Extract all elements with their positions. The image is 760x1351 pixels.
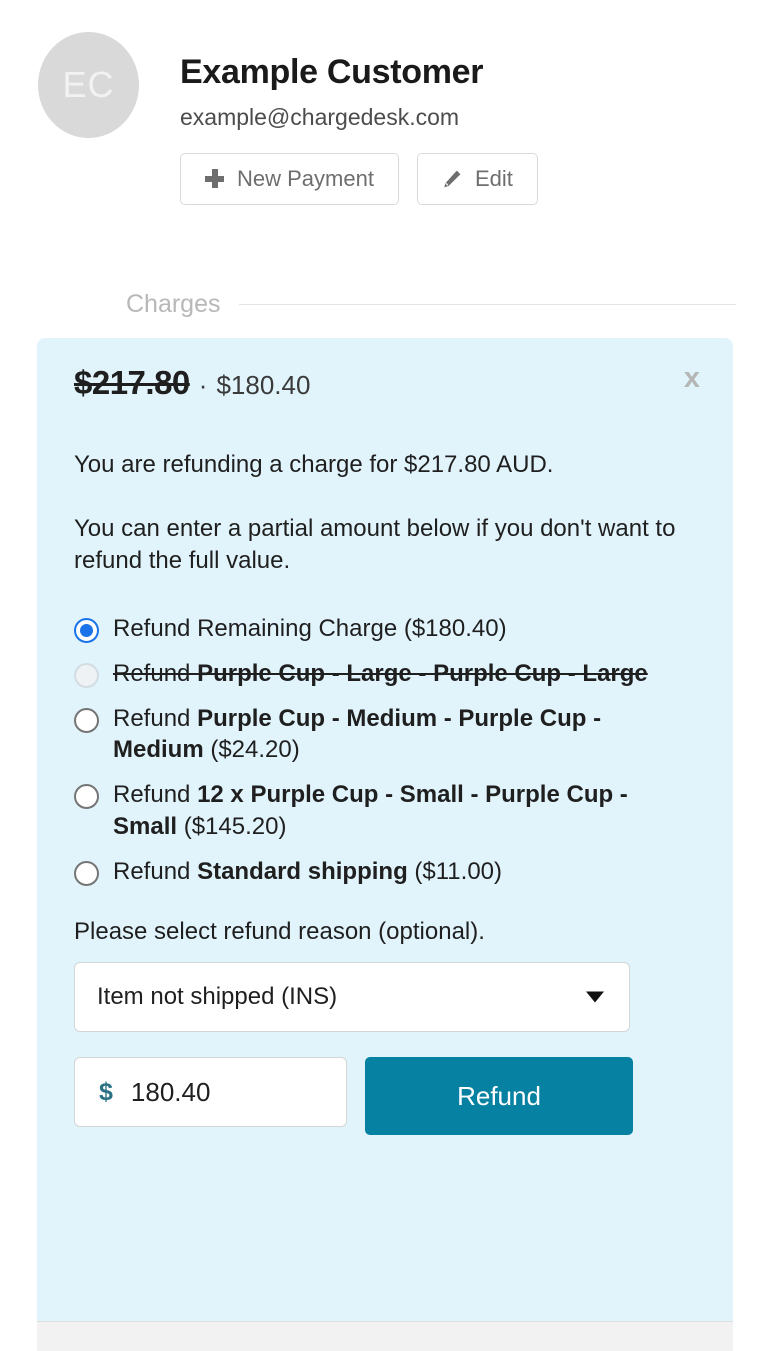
- refund-reason-select[interactable]: Item not shipped (INS): [74, 962, 630, 1033]
- panel-footer-strip: [37, 1321, 733, 1351]
- charges-label: Charges: [126, 290, 221, 318]
- refund-amount-row: $217.80 · $180.40 x: [74, 364, 700, 410]
- section-divider: [238, 304, 736, 305]
- customer-detail-page: EC Example Customer example@chargedesk.c…: [0, 0, 760, 1351]
- option-item: Purple Cup - Large - Purple Cup - Large: [197, 659, 648, 687]
- new-payment-label: New Payment: [237, 165, 374, 191]
- refund-info-line-1: You are refunding a charge for $217.80 A…: [74, 451, 554, 478]
- refund-option-label: Refund Purple Cup - Medium - Purple Cup …: [113, 703, 696, 767]
- refund-info-line-2: You can enter a partial amount below if …: [74, 514, 676, 574]
- new-payment-button[interactable]: New Payment: [180, 152, 399, 205]
- amount-separator: ·: [198, 370, 208, 400]
- customer-email: example@chargedesk.com: [180, 103, 460, 130]
- refund-reason-selected-value: Item not shipped (INS): [97, 983, 338, 1011]
- refund-reason-select-wrap: Item not shipped (INS): [74, 962, 630, 1033]
- refund-option-purple-cup-small[interactable]: Refund 12 x Purple Cup - Small - Purple …: [74, 779, 696, 843]
- option-item: Standard shipping: [197, 858, 408, 886]
- refund-amount-value: 180.40: [130, 1076, 211, 1107]
- refund-submit-row: $ 180.40 Refund: [74, 1057, 696, 1136]
- page-title: Example Customer: [180, 53, 484, 91]
- refund-option-label: Refund Remaining Charge ($180.40): [113, 613, 507, 645]
- refund-panel: $217.80 · $180.40 x You are refunding a …: [37, 338, 733, 1321]
- refund-options-group: Refund Remaining Charge ($180.40) Refund…: [74, 613, 696, 888]
- radio-icon[interactable]: [74, 617, 99, 643]
- option-suffix: ($180.40): [397, 614, 507, 642]
- edit-button[interactable]: Edit: [416, 152, 538, 205]
- refund-submit-button[interactable]: Refund: [365, 1057, 633, 1136]
- refund-amount-input[interactable]: $ 180.40: [74, 1057, 347, 1128]
- pencil-icon: [442, 169, 462, 189]
- avatar-initials: EC: [62, 64, 115, 105]
- option-item: Remaining Charge: [197, 614, 398, 642]
- option-suffix: ($145.20): [177, 813, 287, 841]
- option-prefix: Refund: [113, 659, 198, 687]
- original-amount: $217.80: [74, 364, 190, 401]
- refund-option-label: Refund Purple Cup - Large - Purple Cup -…: [113, 658, 648, 690]
- refund-option-purple-cup-medium[interactable]: Refund Purple Cup - Medium - Purple Cup …: [74, 703, 696, 767]
- customer-info: Example Customer example@chargedesk.com …: [180, 52, 740, 205]
- radio-icon[interactable]: [74, 707, 99, 733]
- plus-icon: [205, 169, 224, 189]
- radio-icon[interactable]: [74, 861, 99, 887]
- radio-icon[interactable]: [74, 784, 99, 810]
- charges-section-header: Charges: [126, 290, 736, 319]
- radio-icon: [74, 662, 99, 688]
- refund-option-standard-shipping[interactable]: Refund Standard shipping ($11.00): [74, 856, 696, 888]
- avatar: EC: [38, 32, 139, 138]
- refund-option-label: Refund Standard shipping ($11.00): [113, 856, 502, 888]
- option-suffix: ($11.00): [407, 858, 503, 886]
- header-actions: New Payment Edit: [180, 152, 740, 205]
- option-prefix: Refund: [113, 614, 198, 642]
- edit-label: Edit: [474, 165, 513, 191]
- option-prefix: Refund: [113, 781, 198, 809]
- refund-option-purple-cup-large: Refund Purple Cup - Large - Purple Cup -…: [74, 658, 696, 690]
- option-suffix: ($24.20): [203, 736, 300, 764]
- refund-option-label: Refund 12 x Purple Cup - Small - Purple …: [113, 779, 696, 843]
- customer-header: EC Example Customer example@chargedesk.c…: [0, 0, 760, 205]
- refund-reason-label: Please select refund reason (optional).: [74, 918, 485, 946]
- close-icon[interactable]: x: [684, 364, 700, 393]
- refund-option-remaining-charge[interactable]: Refund Remaining Charge ($180.40): [74, 613, 696, 645]
- option-prefix: Refund: [113, 704, 198, 732]
- remaining-amount: $180.40: [216, 370, 311, 400]
- option-prefix: Refund: [113, 858, 198, 886]
- currency-symbol-icon: $: [99, 1077, 113, 1106]
